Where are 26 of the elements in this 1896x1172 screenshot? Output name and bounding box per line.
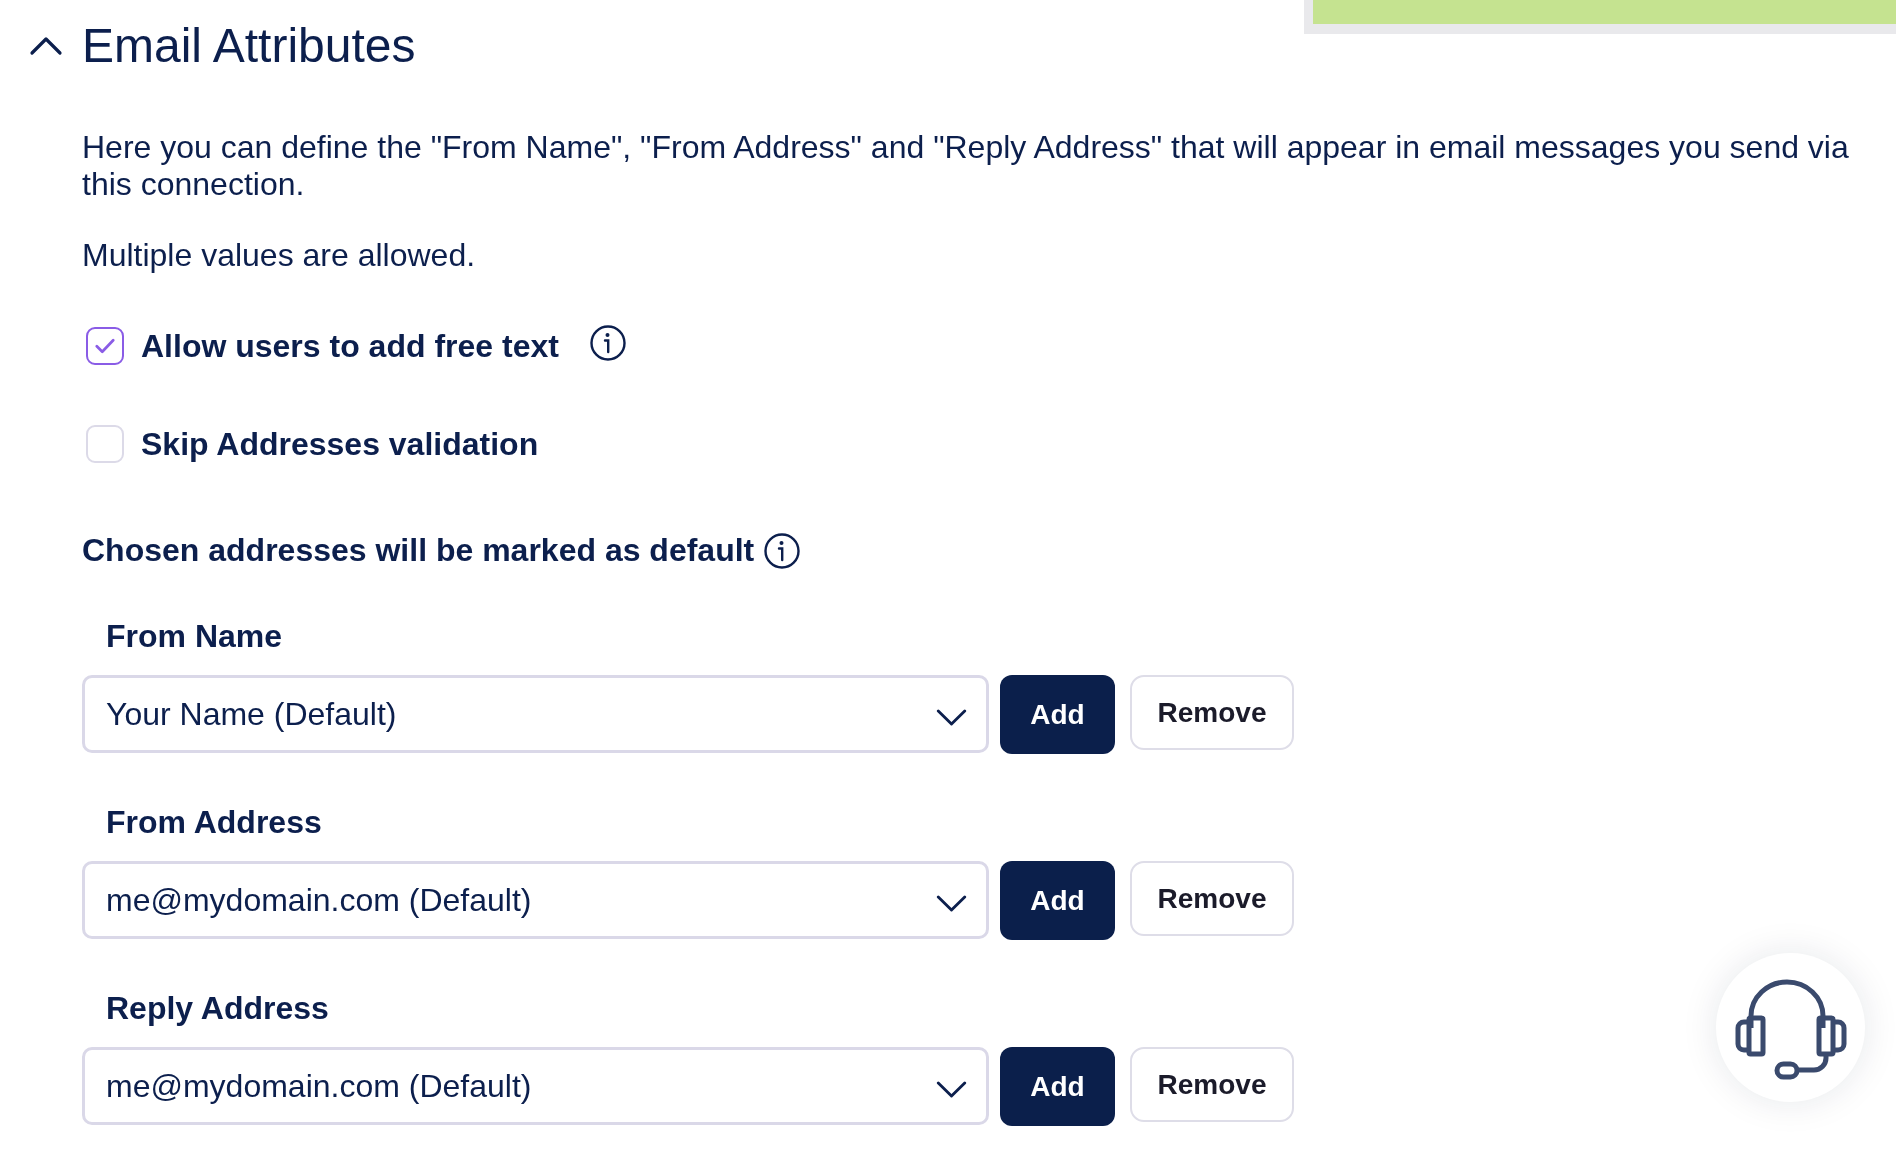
- note-text: Multiple values are allowed.: [82, 237, 476, 274]
- section-title: Email Attributes: [82, 18, 416, 74]
- chevron-down-icon: [936, 708, 967, 726]
- remove-button[interactable]: Remove: [1130, 1047, 1294, 1122]
- dropdown-field[interactable]: me@mydomain.com (Default): [82, 861, 989, 939]
- field-label: Reply Address: [106, 990, 329, 1027]
- field-label: From Name: [106, 618, 283, 655]
- remove-button[interactable]: Remove: [1130, 675, 1294, 750]
- section-heading: Chosen addresses will be marked as default: [82, 532, 755, 569]
- checkbox-label: Skip Addresses validation: [141, 425, 539, 463]
- dropdown-field[interactable]: me@mydomain.com (Default): [82, 1047, 989, 1125]
- field-label: From Address: [106, 804, 322, 841]
- remove-button[interactable]: Remove: [1130, 861, 1294, 936]
- add-button[interactable]: Add: [1000, 861, 1115, 940]
- check-icon: [95, 337, 115, 355]
- info-icon[interactable]: [589, 325, 626, 361]
- chevron-down-icon: [936, 1080, 967, 1098]
- info-icon[interactable]: [764, 532, 801, 569]
- description-text: Here you can define the "From Name", "From Address" and "Reply Address" that will appear in email messages you send via this connection.: [82, 129, 1850, 203]
- dropdown-field[interactable]: Your Name (Default): [82, 675, 989, 753]
- add-button[interactable]: Add: [1000, 1047, 1115, 1126]
- chevron-down-icon: [936, 894, 967, 912]
- checkbox[interactable]: [86, 327, 124, 365]
- chevron-up-icon[interactable]: [29, 35, 63, 57]
- add-button[interactable]: Add: [1000, 675, 1115, 754]
- checkbox-label: Allow users to add free text: [141, 327, 559, 365]
